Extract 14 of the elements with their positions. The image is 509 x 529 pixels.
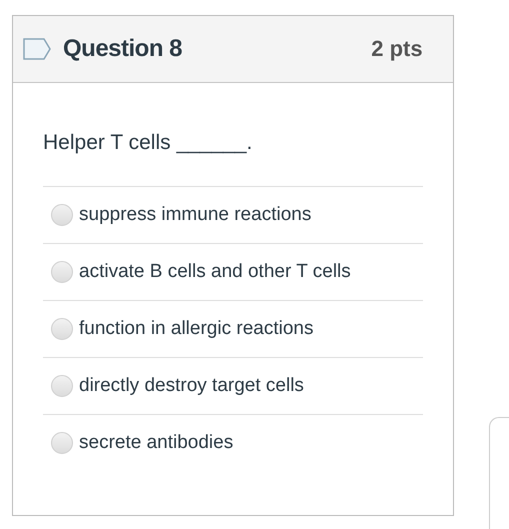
answer-option[interactable]: activate B cells and other T cells — [79, 261, 351, 283]
answer-option[interactable]: directly destroy target cells — [79, 375, 304, 397]
radio-button[interactable] — [51, 375, 73, 397]
answer-option[interactable]: secrete antibodies — [79, 432, 234, 454]
points-label: 2 pts — [371, 36, 423, 62]
radio-button[interactable] — [51, 261, 73, 283]
answer-option[interactable]: suppress immune reactions — [79, 204, 312, 226]
radio-button[interactable] — [51, 204, 73, 226]
question-title: Question 8 — [63, 35, 184, 63]
radio-button[interactable] — [51, 432, 73, 454]
question-text: Helper T cells ______. — [43, 131, 423, 187]
answer-option[interactable]: function in allergic reactions — [79, 318, 314, 340]
flag-icon[interactable] — [23, 38, 51, 60]
radio-button[interactable] — [51, 318, 73, 340]
